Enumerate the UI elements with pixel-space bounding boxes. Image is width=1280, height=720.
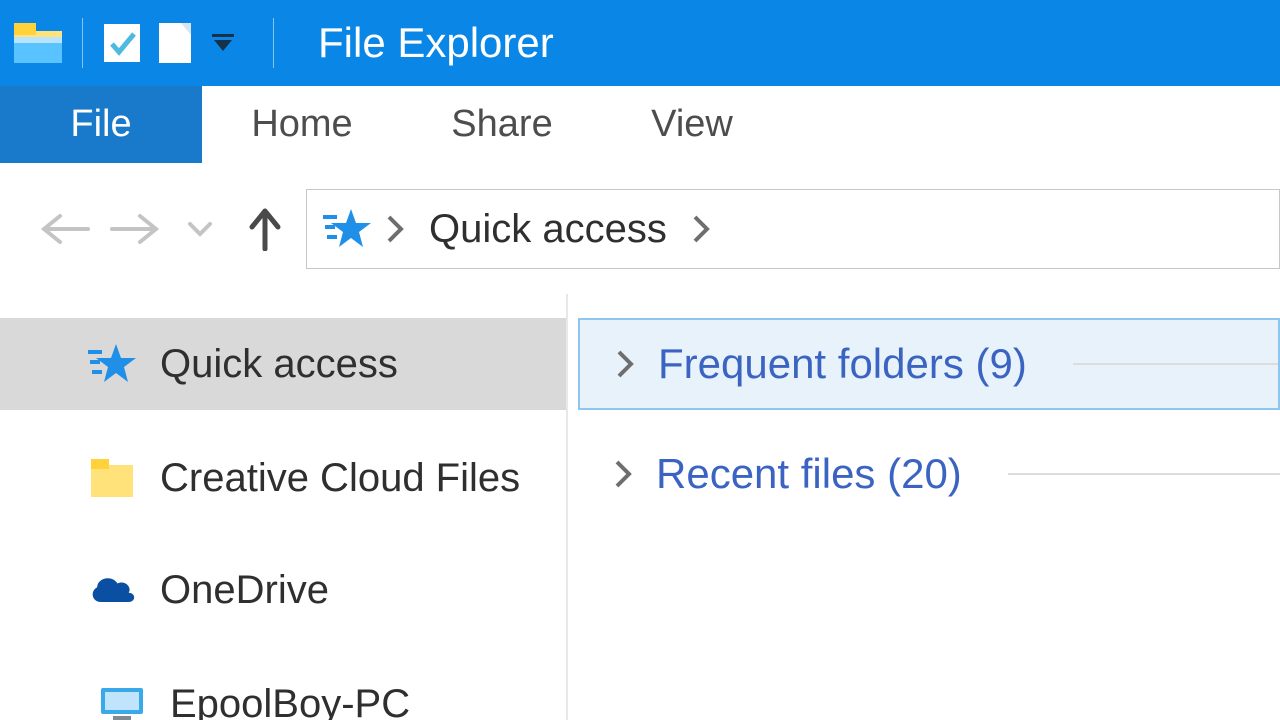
sidebar-item-label: OneDrive — [160, 568, 329, 613]
ribbon-tabs: File Home Share View — [0, 86, 1280, 164]
new-item-icon[interactable] — [147, 0, 203, 86]
navigation-bar: Quick access — [0, 164, 1280, 294]
onedrive-cloud-icon — [88, 566, 136, 614]
forward-button[interactable] — [100, 214, 170, 244]
tab-file[interactable]: File — [0, 86, 202, 163]
sidebar-item-quick-access[interactable]: Quick access — [0, 318, 566, 410]
content-pane: Frequent folders (9) Recent files (20) — [568, 294, 1280, 720]
group-divider — [1073, 363, 1278, 365]
address-bar[interactable]: Quick access — [306, 189, 1280, 269]
chevron-right-icon[interactable] — [375, 214, 415, 244]
chevron-right-icon[interactable] — [610, 349, 640, 379]
address-segment[interactable]: Quick access — [415, 207, 681, 252]
sidebar-item-creative-cloud[interactable]: Creative Cloud Files — [0, 432, 566, 524]
chevron-right-icon[interactable] — [681, 214, 721, 244]
group-label: Frequent folders (9) — [658, 340, 1027, 388]
file-explorer-icon — [8, 0, 68, 86]
tab-share[interactable]: Share — [402, 86, 602, 163]
computer-icon — [98, 680, 146, 720]
tab-home[interactable]: Home — [202, 86, 402, 163]
back-button[interactable] — [30, 214, 100, 244]
sidebar-item-this-pc[interactable]: EpoolBoy-PC — [0, 658, 566, 720]
separator — [273, 18, 274, 68]
group-label: Recent files (20) — [656, 450, 962, 498]
group-recent-files[interactable]: Recent files (20) — [578, 428, 1280, 520]
tab-view[interactable]: View — [602, 86, 782, 163]
history-dropdown[interactable] — [170, 221, 230, 237]
separator — [82, 18, 83, 68]
title-bar: File Explorer — [0, 0, 1280, 86]
sidebar-item-label: Creative Cloud Files — [160, 456, 520, 501]
properties-icon[interactable] — [97, 0, 147, 86]
quick-access-star-icon — [319, 207, 375, 251]
navigation-pane: Quick access Creative Cloud Files OneDri… — [0, 294, 568, 720]
folder-icon — [88, 454, 136, 502]
sidebar-item-label: Quick access — [160, 342, 398, 387]
up-button[interactable] — [230, 207, 300, 251]
group-frequent-folders[interactable]: Frequent folders (9) — [578, 318, 1280, 410]
window-title: File Explorer — [318, 19, 554, 67]
quick-access-star-icon — [88, 340, 136, 388]
group-divider — [1008, 473, 1280, 475]
sidebar-item-label: EpoolBoy-PC — [170, 682, 410, 720]
chevron-right-icon[interactable] — [608, 459, 638, 489]
quick-access-dropdown-icon[interactable] — [203, 0, 243, 86]
body: Quick access Creative Cloud Files OneDri… — [0, 294, 1280, 720]
sidebar-item-onedrive[interactable]: OneDrive — [0, 544, 566, 636]
